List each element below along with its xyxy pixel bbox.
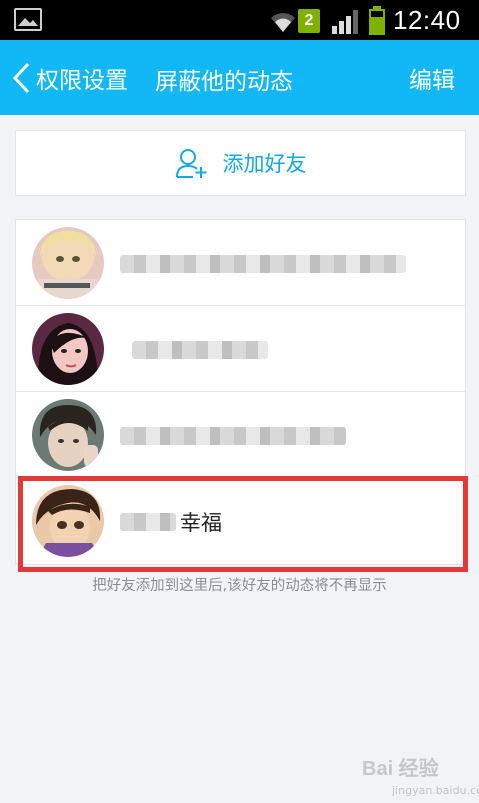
watermark-url: jingyan.baidu.com [392,784,479,797]
edit-button[interactable]: 编辑 [409,61,455,95]
avatar [32,399,104,471]
hint-text: 把好友添加到这里后,该好友的动态将不再显示 [92,578,387,594]
friend-name-blurred [132,341,268,359]
watermark-logo: Bai 经验 [362,758,439,780]
notification-badge: 2 [298,9,320,33]
battery-icon [369,6,385,35]
add-user-icon [175,149,206,178]
list-item[interactable] [16,392,465,478]
back-button[interactable]: 权限设置 [10,40,128,115]
title-bar: 权限设置 屏蔽他的动态 编辑 [0,40,479,115]
friend-name-blurred [120,427,346,445]
friend-name-blurred [120,255,406,273]
back-label: 权限设置 [36,67,128,94]
wifi-icon [271,13,295,32]
highlight-box [18,476,468,572]
add-friend-button[interactable]: 添加好友 [15,130,466,196]
list-item[interactable] [16,220,465,306]
page-title: 屏蔽他的动态 [155,69,293,95]
list-item[interactable] [16,306,465,392]
signal-icon [332,10,358,34]
clock: 12:40 [393,5,461,35]
avatar [32,313,104,385]
chevron-left-icon [12,62,30,93]
avatar [32,227,104,299]
gallery-icon [14,8,42,31]
add-friend-label: 添加好友 [222,152,307,176]
status-bar: 2 12:40 [0,0,479,40]
